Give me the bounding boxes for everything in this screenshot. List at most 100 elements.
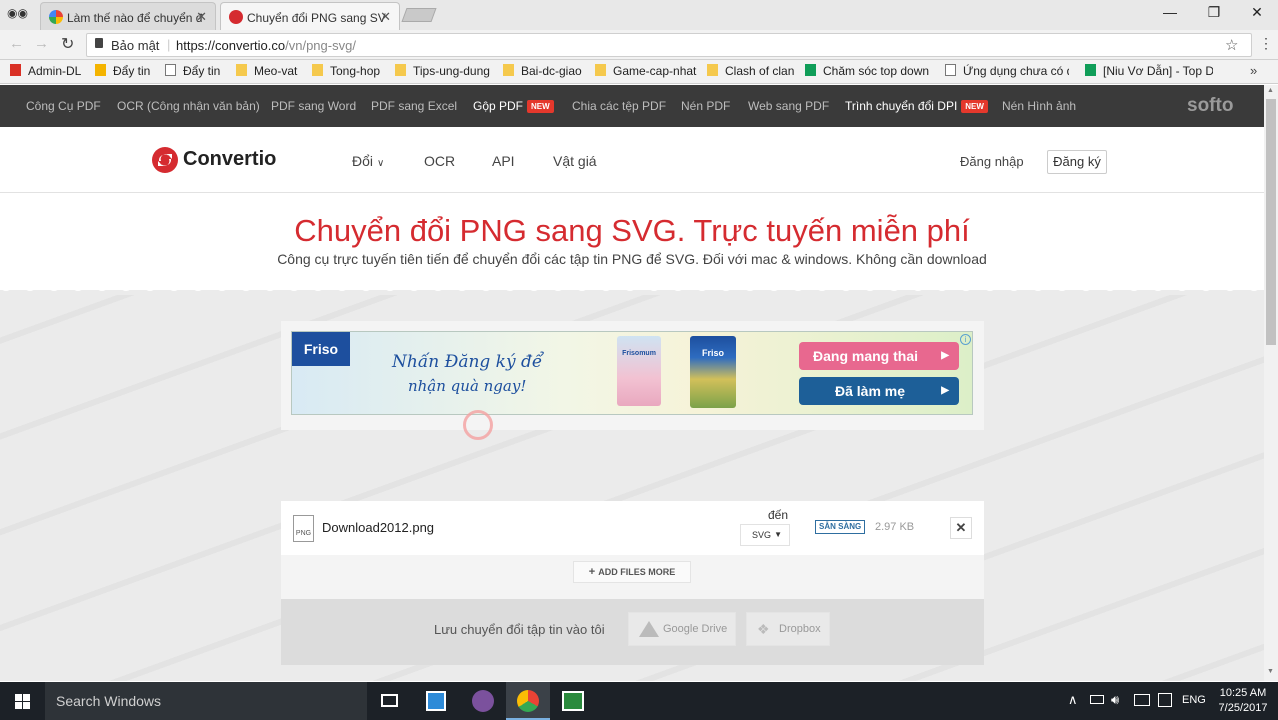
lock-icon <box>95 38 103 48</box>
hero-wave-edge <box>0 285 1264 291</box>
tray-chevron-icon[interactable]: ∧ <box>1068 692 1078 708</box>
google-drive-button[interactable]: Google Drive <box>628 612 736 646</box>
nav-convert[interactable]: Đổi ∨ <box>352 153 384 169</box>
remove-file-button[interactable]: ✕ <box>950 517 972 539</box>
dropbox-button[interactable]: ❖ Dropbox <box>746 612 830 646</box>
bookmark-day-tin-1[interactable]: Đẩy tin <box>95 64 150 78</box>
bookmark-tips-ung-dung[interactable]: Tips-ung-dung <box>395 64 490 78</box>
ad-text-line2: nhận quà ngay! <box>407 377 527 395</box>
bookmark-game-cap-nhat[interactable]: Game-cap-nhat <box>595 64 696 78</box>
softo-link-merge-pdf[interactable]: Gộp PDF NEW <box>473 99 554 113</box>
signup-button[interactable]: Đăng ký <box>1047 150 1107 174</box>
ad-product-can-2: Friso <box>690 336 736 408</box>
minimize-icon[interactable]: — <box>1160 4 1180 20</box>
bookmark-label: Chăm sóc top down <box>823 64 930 78</box>
scroll-thumb[interactable] <box>1266 99 1276 345</box>
status-badge: SẴN SÀNG <box>815 520 866 534</box>
language-indicator[interactable]: ENG <box>1182 694 1206 706</box>
window-close-icon[interactable]: ✕ <box>1247 4 1267 21</box>
ad-product-can-1: Frisomum <box>617 336 661 406</box>
task-view-icon[interactable] <box>381 694 398 707</box>
reload-icon[interactable]: ↻ <box>61 34 74 54</box>
app-icon-2[interactable] <box>562 691 584 711</box>
clock[interactable]: 10:25 AM 7/25/2017 <box>1214 686 1272 716</box>
softo-logo[interactable]: softo <box>1187 95 1233 117</box>
softo-link-pdf-tools[interactable]: Công Cụ PDF <box>26 99 101 113</box>
convertio-favicon-icon <box>229 10 243 24</box>
scroll-up-icon[interactable]: ▲ <box>1267 87 1274 94</box>
softo-link-compress-pdf[interactable]: Nén PDF <box>681 99 730 113</box>
bookmarks-overflow-icon[interactable]: » <box>1250 63 1257 78</box>
windows-start-icon[interactable] <box>15 694 30 709</box>
network-icon[interactable] <box>1134 694 1150 706</box>
ad-brand-text: Friso <box>303 341 339 357</box>
site-header: Convertio Đổi ∨ OCR API Vật giá Đăng nhập… <box>0 127 1264 193</box>
app-icon-1[interactable] <box>426 691 446 711</box>
ad-banner[interactable]: Friso Nhấn Đăng ký để nhận quà ngay! Fri… <box>291 331 973 415</box>
save-to-row: Lưu chuyển đổi tập tin vào tôi Google Dr… <box>281 599 984 665</box>
logo-text: Convertio <box>183 148 277 170</box>
new-tab-button[interactable] <box>401 8 437 22</box>
bookmark-clash-of-clan[interactable]: Clash of clan <box>707 64 794 78</box>
close-icon[interactable]: ✕ <box>196 9 207 25</box>
folder-icon <box>595 64 606 76</box>
bookmark-ung-dung[interactable]: Ứng dụng chưa có d <box>945 64 1069 78</box>
tab-1[interactable]: Làm thế nào để chuyển đ ✕ <box>40 2 216 30</box>
address-bar[interactable]: Bảo mật | https://convertio.co/vn/png-sv… <box>86 33 1252 57</box>
chrome-taskbar-button[interactable] <box>506 682 550 720</box>
add-files-more-button[interactable]: + ADD FILES MORE <box>573 561 691 583</box>
new-badge: NEW <box>527 100 554 113</box>
softo-link-pdf-word[interactable]: PDF sang Word <box>271 99 356 113</box>
softo-link-ocr[interactable]: OCR (Công nhận văn bản) <box>117 99 260 113</box>
main-content: Chuyển đổi PNG sang SVG. Trực tuyến miễn… <box>0 193 1264 681</box>
bookmark-star-icon[interactable]: ☆ <box>1225 36 1238 54</box>
notifications-icon[interactable] <box>1158 693 1172 707</box>
restore-icon[interactable]: ❐ <box>1204 4 1224 21</box>
menu-icon[interactable]: ⋮ <box>1259 35 1273 52</box>
taskbar-search[interactable]: Search Windows <box>45 682 367 720</box>
png-file-icon: PNG <box>293 515 314 542</box>
bookmark-label: Clash of clan <box>725 64 795 78</box>
folder-icon <box>707 64 718 76</box>
ad-info-icon[interactable]: i <box>960 334 971 345</box>
softo-link-web-pdf[interactable]: Web sang PDF <box>748 99 829 113</box>
ad-button-pregnant[interactable]: Đang mang thai ▶ <box>799 342 959 370</box>
file-row: PNG Download2012.png đến SVG ▼ SẴN SÀNG 2… <box>281 501 984 555</box>
nav-api[interactable]: API <box>492 153 515 169</box>
forward-icon[interactable]: → <box>34 35 49 52</box>
battery-icon[interactable] <box>1090 695 1104 704</box>
bookmark-niu-vo-dan[interactable]: [Niu Vơ Dẫn] - Top D <box>1085 64 1213 78</box>
ad-button1-label: Đang mang thai <box>813 348 919 364</box>
security-label: Bảo mật <box>111 38 160 53</box>
bookmark-day-tin-2[interactable]: Đẩy tin <box>165 64 220 78</box>
softo-link-dpi[interactable]: Trình chuyển đổi DPI NEW <box>845 99 988 113</box>
back-icon[interactable]: ← <box>9 35 24 52</box>
bookmark-tong-hop[interactable]: Tong-hop <box>312 64 380 78</box>
bookmark-cham-soc[interactable]: Chăm sóc top down <box>805 64 930 78</box>
incognito-icon[interactable]: ◉◉ <box>7 6 28 20</box>
softo-link-split-pdf[interactable]: Chia các tệp PDF <box>572 99 666 113</box>
nav-ocr[interactable]: OCR <box>424 153 455 169</box>
folder-icon <box>236 64 247 76</box>
bookmark-label: Đẩy tin <box>183 64 221 78</box>
nav-pricing[interactable]: Vật giá <box>553 153 597 169</box>
page-scrollbar[interactable]: ▲ ▼ <box>1264 85 1278 681</box>
url-base: https://convertio.co <box>176 38 286 53</box>
ad-button-mother[interactable]: Đã làm mẹ ▶ <box>799 377 959 405</box>
tab-2-title: Chuyển đổi PNG sang SV <box>247 11 386 25</box>
bookmark-meo-vat[interactable]: Meo-vat <box>236 64 297 78</box>
page-icon <box>945 64 956 76</box>
volume-icon[interactable]: 🔊︎ <box>1111 692 1119 708</box>
bookmark-label: [Niu Vơ Dẫn] - Top D <box>1103 64 1213 78</box>
scroll-down-icon[interactable]: ▼ <box>1267 668 1274 675</box>
add-files-row: + ADD FILES MORE <box>281 555 984 599</box>
bookmark-bai-dc-giao[interactable]: Bai-dc-giao <box>503 64 582 78</box>
viber-icon[interactable] <box>472 690 494 712</box>
softo-link-compress-image[interactable]: Nén Hình ảnh <box>1002 99 1076 113</box>
tab-2[interactable]: Chuyển đổi PNG sang SV ✕ <box>220 2 400 30</box>
login-link[interactable]: Đăng nhập <box>960 154 1024 169</box>
close-icon[interactable]: ✕ <box>380 9 391 25</box>
bookmark-admin-dl[interactable]: Admin-DL <box>10 64 81 78</box>
format-select[interactable]: SVG ▼ <box>740 524 790 546</box>
softo-link-pdf-excel[interactable]: PDF sang Excel <box>371 99 457 113</box>
